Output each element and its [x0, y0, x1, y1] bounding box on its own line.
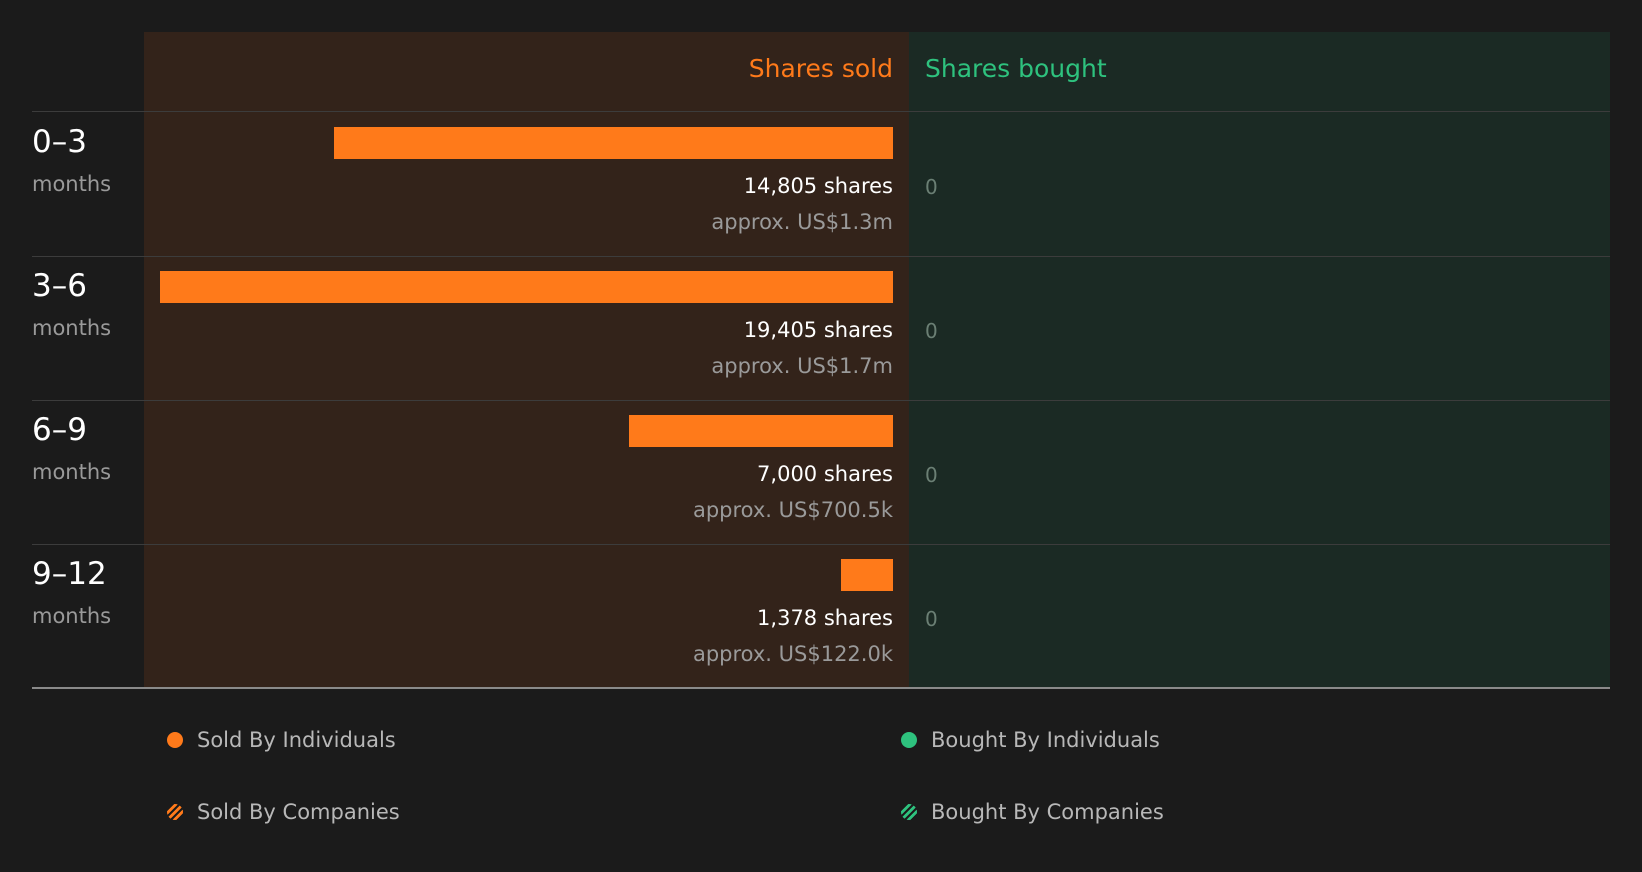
shares-sold-bar — [334, 127, 893, 159]
legend-label: Bought By Individuals — [931, 728, 1160, 752]
shares-sold-label: 14,805 shares — [743, 174, 893, 198]
shares-bought-label: 0 — [925, 607, 938, 631]
shares-sold-bar — [629, 415, 893, 447]
shares-bought-header: Shares bought — [925, 54, 1107, 83]
period-unit-label: months — [32, 316, 112, 340]
chart-row: 0–3 months 14,805 shares approx. US$1.3m 0 — [0, 112, 1642, 256]
legend-item: Sold By Companies — [167, 800, 400, 824]
shares-sold-header: Shares sold — [748, 54, 893, 83]
period-unit-label: months — [32, 460, 112, 484]
shares-bought-label: 0 — [925, 463, 938, 487]
period-label: 3–6 — [32, 268, 87, 304]
legend-hatched-dot-icon — [901, 804, 917, 820]
shares-bought-label: 0 — [925, 175, 938, 199]
chart-row: 6–9 months 7,000 shares approx. US$700.5k 0 — [0, 400, 1642, 544]
legend-item: Sold By Individuals — [167, 728, 396, 752]
sold-value-label: approx. US$122.0k — [692, 642, 893, 666]
shares-bought-label: 0 — [925, 319, 938, 343]
shares-sold-bar — [841, 559, 893, 591]
period-unit-label: months — [32, 604, 112, 628]
shares-sold-label: 19,405 shares — [743, 318, 893, 342]
legend-label: Sold By Individuals — [197, 728, 396, 752]
legend-label: Sold By Companies — [197, 800, 400, 824]
shares-sold-bar — [160, 271, 893, 303]
legend-label: Bought By Companies — [931, 800, 1164, 824]
shares-sold-label: 7,000 shares — [757, 462, 893, 486]
period-label: 9–12 — [32, 556, 107, 592]
sold-value-label: approx. US$1.7m — [711, 354, 893, 378]
legend-item: Bought By Companies — [901, 800, 1164, 824]
legend-dot-icon — [167, 732, 183, 748]
shares-sold-label: 1,378 shares — [757, 606, 893, 630]
legend-hatched-dot-icon — [167, 804, 183, 820]
period-unit-label: months — [32, 172, 112, 196]
legend-item: Bought By Individuals — [901, 728, 1160, 752]
chart-row: 3–6 months 19,405 shares approx. US$1.7m 0 — [0, 256, 1642, 400]
row-divider — [32, 687, 1610, 689]
period-label: 0–3 — [32, 124, 87, 160]
legend-dot-icon — [901, 732, 917, 748]
sold-value-label: approx. US$1.3m — [711, 210, 893, 234]
sold-value-label: approx. US$700.5k — [692, 498, 893, 522]
insider-trading-chart: Shares sold Shares bought 0–3 months 14,80… — [0, 0, 1642, 700]
chart-row: 9–12 months 1,378 shares approx. US$122.0k 0 — [0, 544, 1642, 688]
period-label: 6–9 — [32, 412, 87, 448]
